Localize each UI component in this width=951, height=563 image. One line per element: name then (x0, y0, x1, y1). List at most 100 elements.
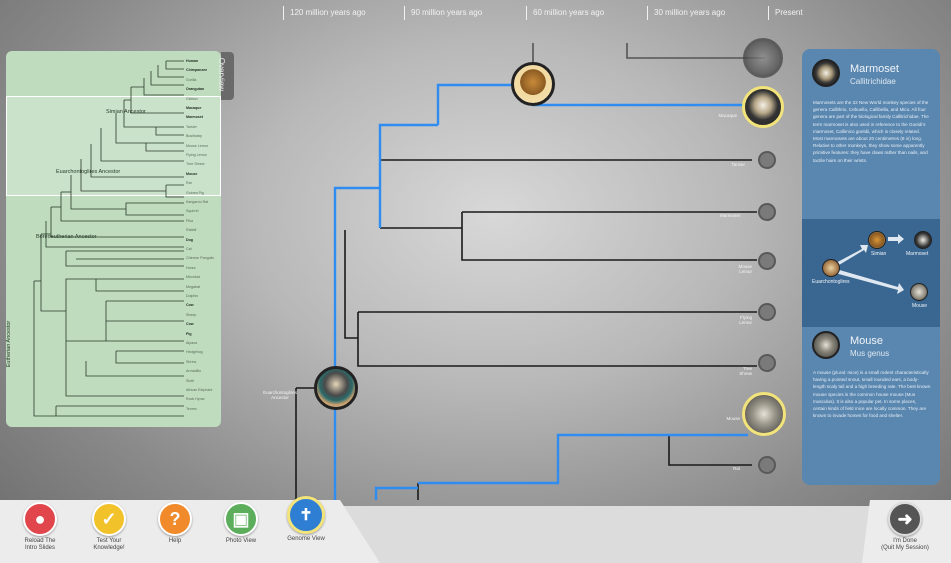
overview-species-label: Armadillo (186, 369, 201, 374)
info-title-top: Marmoset (850, 63, 899, 75)
overview-species-label: African Elephant (186, 388, 213, 392)
photo-view-button[interactable]: ▣ Photo View (211, 502, 271, 545)
lineage-label-euarchontoglires: Euarchontoglires (812, 279, 850, 285)
overview-species-label: Rock Hyrax (186, 397, 205, 402)
info-text-bottom: A mouse (plural: mice) is a small rodent… (813, 370, 931, 419)
toolbar-strip (330, 506, 890, 563)
info-subtitle-top: Callitrichidae (850, 77, 896, 86)
overview-species-label: Tree Shrew (186, 162, 205, 167)
reload-intro-button[interactable]: ● Reload The Intro Slides (10, 502, 70, 552)
done-label: I'm Done (Quit My Session) (881, 538, 929, 551)
overview-tab-label: Overview (217, 57, 227, 92)
leaf-label-macaque: Macaque (718, 113, 737, 118)
tarsier-node[interactable] (758, 151, 776, 169)
test-knowledge-button[interactable]: ✓ Test Your Knowledge! (79, 502, 139, 552)
overview-species-label: Rat (186, 181, 192, 186)
marmoset-mini-icon[interactable] (914, 231, 932, 249)
lineage-diagram[interactable]: Simian Marmoset Euarchontoglires Mouse (802, 219, 940, 327)
overview-species-label: Pika (186, 218, 193, 223)
overview-species-label: Guinea Pig (186, 190, 204, 195)
dna-icon: ✝ (287, 496, 325, 534)
leaf-label-bushbaby: Marmoset (719, 213, 740, 218)
overview-species-label: Microbat (186, 275, 200, 280)
overview-species-label: Pig (186, 331, 192, 336)
overview-species-label: Hedgehog (186, 350, 203, 355)
euarchontoglires-ancestor-node[interactable] (314, 366, 358, 410)
leaf-label-tree-shrew: Tree Shrew (739, 366, 752, 376)
overview-panel[interactable]: Simian Ancestor Euarchontoglires Ancesto… (6, 51, 221, 427)
overview-species-label: Flying Lemur (186, 153, 207, 157)
rat-node[interactable] (758, 456, 776, 474)
mouse-node[interactable] (742, 392, 786, 436)
help-button[interactable]: ? Help (145, 502, 205, 545)
help-label: Help (168, 538, 182, 544)
present-node[interactable] (743, 38, 783, 78)
tree-shrew-node[interactable] (758, 354, 776, 372)
info-subtitle-bottom: Mus genus (850, 349, 890, 358)
overview-tab[interactable]: Overview (217, 52, 234, 100)
overview-species-label: Alpaca (186, 341, 197, 345)
overview-species-label: Mouse (186, 171, 198, 176)
overview-species-label: Gorilla (186, 77, 197, 82)
overview-species-label: Megabat (186, 284, 200, 289)
photo-icon: ▣ (224, 502, 258, 536)
info-panel[interactable]: Marmoset Callitrichidae Marmosets are th… (802, 49, 940, 485)
overview-species-label: Cow (186, 303, 194, 308)
genome-view-button[interactable]: ✝ Genome View (276, 496, 336, 543)
simian-ancestor-node[interactable] (511, 62, 555, 106)
overview-species-label: Bushbaby (186, 134, 202, 139)
overview-species-label: Tenrec (186, 406, 197, 411)
overview-species-label: Dog (186, 237, 193, 242)
mouse-mini-icon[interactable] (910, 283, 928, 301)
overview-species-label: Tarsier (186, 124, 197, 129)
overview-species-label: Dolphin (186, 294, 199, 298)
mouse-avatar (812, 331, 840, 359)
done-button[interactable]: ➜ I'm Done (Quit My Session) (870, 502, 940, 552)
lightbulb-icon: ● (23, 502, 57, 536)
marmoset-node[interactable] (742, 86, 784, 128)
overview-species-label: Orangutan (186, 87, 205, 92)
photo-view-label: Photo View (225, 538, 257, 544)
genome-view-label: Genome View (287, 536, 325, 542)
leaf-label-rat: Rat (732, 466, 740, 471)
overview-ancestor-simian: Simian Ancestor (106, 109, 146, 115)
leaf-label-mouse-lemur: Mouse Lemur (738, 264, 752, 274)
ancestor-label-euarchontoglires: Euarchontoglires Ancestor (263, 390, 297, 400)
reload-intro-label: Reload The Intro Slides (24, 538, 56, 551)
overview-ancestor-eutherian: Eutherian Ancestor (6, 320, 13, 368)
leaf-label-flying-lemur: Flying Lemur (739, 315, 752, 325)
info-title-bottom: Mouse (850, 335, 884, 347)
flying-lemur-node[interactable] (758, 303, 776, 321)
lineage-label-mouse: Mouse (912, 303, 928, 309)
simian-mini-icon[interactable] (868, 231, 886, 249)
info-text-top: Marmosets are the 22 New World monkey sp… (813, 100, 929, 163)
mouse-lemur-node[interactable] (758, 252, 776, 270)
question-icon: ? (158, 502, 192, 536)
exit-arrow-icon: ➜ (888, 502, 922, 536)
overview-species-label: Marmoset (186, 115, 203, 120)
overview-species-label: Mouse Lemur (186, 143, 208, 148)
overview-species-label: Sloth (186, 378, 195, 383)
overview-species-label: Chinese Pangolin (186, 256, 215, 261)
overview-species-label: Chimpanzee (186, 68, 208, 73)
overview-species-label: Human (186, 59, 199, 63)
euarchontoglires-mini-icon[interactable] (822, 259, 840, 277)
overview-species-label: Sheep (186, 312, 197, 317)
test-knowledge-label: Test Your Knowledge! (93, 538, 125, 551)
leaf-label-mouse: Mouse (726, 416, 740, 421)
lineage-label-marmoset: Marmoset (906, 251, 929, 257)
overview-species-label: Macaque (186, 106, 202, 110)
overview-species-label: Cow (186, 322, 194, 327)
overview-species-label: Shrew (186, 359, 197, 364)
overview-ancestor-boreoeutherian: Boreoeutherian Ancestor (36, 234, 97, 240)
overview-species-label: Rabbit (186, 228, 197, 233)
overview-species-label: Gibbon (186, 96, 198, 101)
lineage-label-simian: Simian (871, 251, 887, 257)
overview-species-label: Cat (186, 247, 192, 251)
bushbaby-node[interactable] (758, 203, 776, 221)
overview-species-label: Squirrel (186, 209, 199, 214)
leaf-label-tarsier: Tarsier (731, 162, 745, 167)
overview-species-label: Horse (186, 265, 196, 270)
overview-species-label: Kangaroo Rat (186, 200, 209, 204)
marmoset-avatar (812, 59, 840, 87)
